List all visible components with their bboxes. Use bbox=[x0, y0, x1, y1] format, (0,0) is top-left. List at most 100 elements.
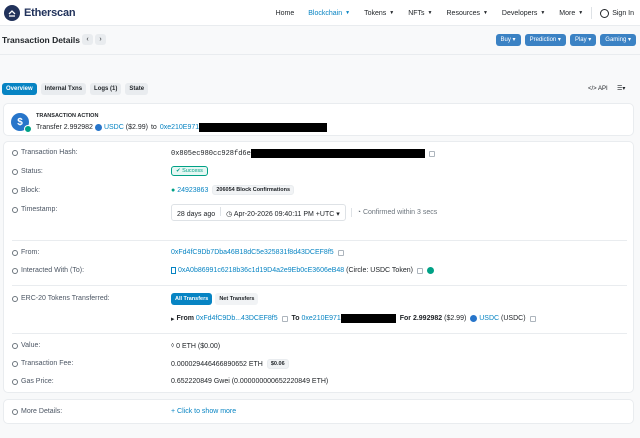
nav-item-more[interactable]: More ▼ bbox=[559, 10, 583, 17]
timestamp-date: Apr-20-2026 09:40:11 PM +UTC bbox=[233, 211, 335, 218]
value-text: 0 ETH ($0.00) bbox=[176, 342, 221, 350]
brand-logo[interactable]: Etherscan bbox=[4, 5, 76, 21]
check-badge-icon bbox=[24, 125, 32, 133]
erc20-transfer-line: ▸ From 0xFd4fC9Db...43DCEF8f5 To 0xe210E… bbox=[171, 314, 536, 323]
field-label: Value: bbox=[21, 342, 41, 349]
tx-hash-value: 0x805ec980cc928fd6e bbox=[171, 149, 435, 158]
fee-text: 0.000029446466890652 ETH bbox=[171, 360, 263, 368]
button-label: Play bbox=[574, 37, 587, 43]
nav-item-label: Blockchain bbox=[308, 9, 343, 17]
status-text: Success bbox=[182, 168, 203, 174]
nav-item-resources[interactable]: Resources ▼ bbox=[447, 10, 488, 17]
copy-icon[interactable] bbox=[529, 315, 536, 322]
tab-overview[interactable]: Overview bbox=[2, 83, 37, 95]
check-circle-icon: ● bbox=[171, 186, 176, 194]
action-usd: ($2.99) bbox=[125, 124, 148, 131]
tab-state[interactable]: State bbox=[125, 83, 149, 95]
field-label: Status: bbox=[21, 168, 43, 175]
token-symbol: (USDC) bbox=[501, 315, 526, 322]
chevron-down-icon[interactable]: ▾ bbox=[336, 211, 340, 218]
tab-logs[interactable]: Logs (1) bbox=[90, 83, 122, 95]
sign-in-label: Sign In bbox=[612, 9, 634, 17]
prev-tx-button[interactable]: ‹ bbox=[82, 34, 93, 45]
more-details-value: + Click to show more bbox=[171, 408, 236, 415]
tab-internal-txns[interactable]: Internal Txns bbox=[40, 83, 87, 95]
usdc-coin-icon bbox=[470, 315, 478, 322]
row-value: Value: bbox=[12, 342, 40, 349]
action-amount: Transfer 2.992982 bbox=[36, 124, 93, 131]
block-link[interactable]: 24923863 bbox=[177, 187, 208, 194]
erc20-filter: All Transfers Net Transfers bbox=[171, 293, 261, 305]
confirmed-text: Confirmed within 3 secs bbox=[362, 209, 438, 216]
nav-item-label: Developers bbox=[501, 9, 538, 17]
play-button[interactable]: Play ▾ bbox=[569, 34, 597, 46]
transfer-from-link[interactable]: 0xFd4fC9Db...43DCEF8f5 bbox=[196, 315, 278, 322]
redacted-block bbox=[250, 149, 425, 158]
page-header: Transaction Details ‹ › Buy ▾ Prediction… bbox=[0, 27, 640, 55]
nav-item-blockchain[interactable]: Blockchain ▼ bbox=[308, 10, 350, 17]
row-status: Status: bbox=[12, 168, 43, 175]
transfer-to-link[interactable]: 0xe210E971 bbox=[302, 315, 341, 322]
contract-icon bbox=[171, 267, 176, 274]
token-link[interactable]: USDC bbox=[479, 315, 499, 322]
timestamp-ago: 28 days ago bbox=[177, 211, 216, 218]
from-value: 0xFd4fC9Db7Dba46B18dC5e325831f8d43DCEF8f… bbox=[171, 249, 344, 256]
copy-icon[interactable] bbox=[281, 315, 288, 322]
nav-divider bbox=[591, 7, 593, 19]
field-label: Transaction Hash: bbox=[21, 149, 78, 156]
button-label: Prediction bbox=[529, 37, 557, 43]
action-summary: Transfer 2.992982 USDC ($2.99) to 0xe210… bbox=[36, 123, 328, 132]
net-transfers-tab[interactable]: Net Transfers bbox=[215, 293, 259, 305]
options-menu-button[interactable]: ☰▾ bbox=[617, 83, 625, 95]
field-label: More Details: bbox=[21, 408, 63, 415]
more-details-card: More Details: + Click to show more bbox=[3, 399, 634, 424]
nav-item-nfts[interactable]: NFTs ▼ bbox=[408, 10, 432, 17]
verified-check-icon bbox=[426, 267, 434, 274]
chevron-down-icon: ▼ bbox=[389, 10, 395, 16]
show-more-link[interactable]: + Click to show more bbox=[171, 408, 236, 415]
chevron-down-icon: ▼ bbox=[540, 10, 546, 16]
next-tx-button[interactable]: › bbox=[95, 34, 106, 45]
row-fee: Transaction Fee: bbox=[12, 360, 73, 367]
timestamp-value: 28 days ago ◷ Apr-20-2026 09:40:11 PM +UT… bbox=[171, 204, 437, 221]
chevron-down-icon: ▾ bbox=[512, 37, 516, 43]
help-icon bbox=[12, 360, 18, 367]
nav-item-home[interactable]: Home bbox=[276, 10, 295, 17]
field-label: ERC-20 Tokens Transferred: bbox=[21, 295, 110, 302]
nav-item-developers[interactable]: Developers ▼ bbox=[502, 10, 545, 17]
help-icon bbox=[12, 249, 18, 256]
nav-item-tokens[interactable]: Tokens ▼ bbox=[364, 10, 394, 17]
all-transfers-tab[interactable]: All Transfers bbox=[171, 293, 213, 305]
interacted-value: 0xA0b86991c6218b36c1d19D4a2e9Eb0cE3606eB… bbox=[171, 267, 434, 274]
fee-value: 0.000029446466890652 ETH $0.06 bbox=[171, 359, 289, 369]
sign-in-link[interactable]: Sign In bbox=[600, 8, 634, 18]
buy-button[interactable]: Buy ▾ bbox=[495, 34, 521, 46]
arrow-right-icon: ▸ bbox=[171, 315, 175, 323]
copy-icon[interactable] bbox=[428, 150, 435, 157]
help-icon bbox=[12, 408, 18, 415]
etherscan-logo-icon bbox=[4, 5, 20, 21]
from-word: From bbox=[176, 315, 194, 322]
status-badge: ✔ Success bbox=[171, 166, 208, 176]
gaming-button[interactable]: Gaming ▾ bbox=[600, 34, 636, 46]
action-to-word: to bbox=[150, 124, 157, 131]
button-label: Buy bbox=[500, 37, 511, 43]
prediction-button[interactable]: Prediction ▾ bbox=[524, 34, 566, 46]
confirmations-badge: 206054 Block Confirmations bbox=[212, 185, 295, 195]
transaction-action-card: $ TRANSACTION ACTION Transfer 2.992982 U… bbox=[3, 103, 634, 136]
copy-icon[interactable] bbox=[337, 249, 344, 256]
api-label: API bbox=[598, 86, 608, 92]
chevron-down-icon: ▼ bbox=[345, 10, 351, 16]
copy-icon[interactable] bbox=[416, 267, 423, 274]
help-icon bbox=[12, 295, 18, 302]
action-token-link[interactable]: USDC bbox=[104, 124, 124, 131]
action-to-address[interactable]: 0xe210E971 bbox=[160, 124, 199, 131]
api-button[interactable]: </> API bbox=[588, 83, 608, 95]
check-circle-icon: ✔ bbox=[176, 168, 181, 174]
from-address-link[interactable]: 0xFd4fC9Db7Dba46B18dC5e325831f8d43DCEF8f… bbox=[171, 249, 334, 256]
gas-value: 0.652220849 Gwei (0.000000000652220849 E… bbox=[171, 378, 328, 385]
clock-icon: ◷ bbox=[226, 211, 233, 218]
contract-address-link[interactable]: 0xA0b86991c6218b36c1d19D4a2e9Eb0cE3606eB… bbox=[178, 267, 344, 274]
row-interacted-with: Interacted With (To): bbox=[12, 267, 84, 274]
field-label: Transaction Fee: bbox=[21, 360, 74, 367]
